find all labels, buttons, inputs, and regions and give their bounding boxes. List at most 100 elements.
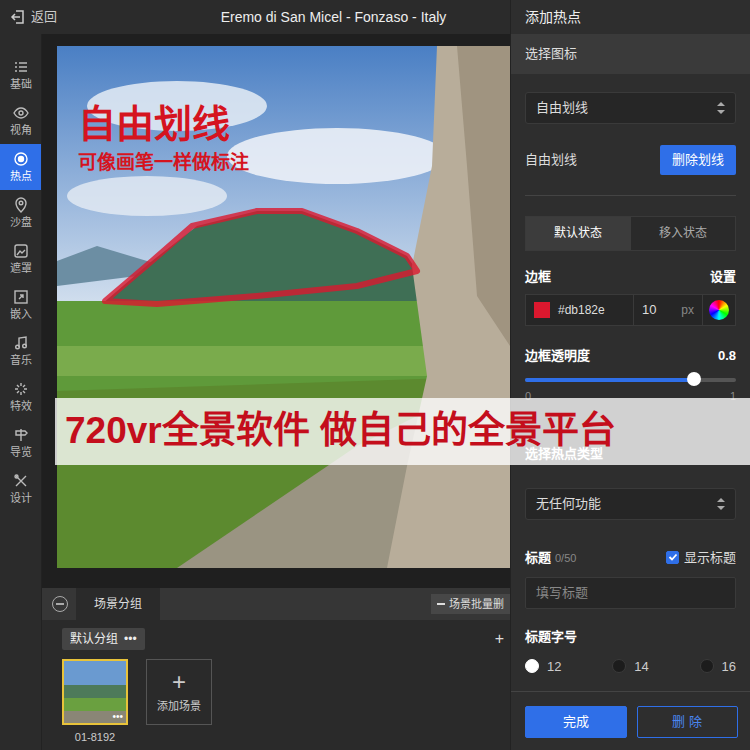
sidebar-label[interactable]: 导览	[10, 446, 32, 458]
scene-thumbnail[interactable]: •••	[62, 659, 128, 725]
color-field[interactable]: #db182e	[526, 295, 634, 325]
signpost-icon	[13, 427, 29, 443]
state-tab[interactable]: 移入状态	[631, 217, 736, 250]
minus-icon	[437, 603, 445, 605]
radio-button[interactable]	[612, 659, 626, 673]
list-icon	[13, 59, 29, 75]
group-label[interactable]: 默认分组	[70, 630, 118, 648]
sidebar-label[interactable]: 特效	[10, 400, 32, 412]
add-scene-button[interactable]: + 添加场景	[146, 659, 212, 725]
promo-text: 720vr全景软件 做自己的全景平台	[65, 411, 616, 452]
sidebar-label[interactable]: 音乐	[10, 354, 32, 366]
icon-select-value[interactable]: 自由划线	[536, 98, 588, 118]
font-size-option[interactable]: 16	[700, 657, 736, 677]
group-menu[interactable]: •••	[124, 630, 137, 648]
batch-delete-button[interactable]: 场景批量删	[431, 594, 510, 615]
sidebar-label[interactable]: 热点	[10, 170, 32, 182]
sidebar-label[interactable]: 视角	[10, 124, 32, 136]
border-color-row: #db182e 10 px	[525, 294, 736, 326]
group-button[interactable]: 默认分组 •••	[62, 628, 145, 650]
draw-label: 自由划线	[525, 150, 577, 170]
radio-button[interactable]	[700, 659, 714, 673]
add-group-button[interactable]: +	[493, 631, 506, 647]
delete-line-button[interactable]: 删除划线	[660, 145, 736, 175]
sidebar-item[interactable]: 视角	[0, 98, 41, 144]
top-bar: 返回 Eremo di San Micel - Fonzaso - Italy	[0, 0, 510, 34]
sidebar-label[interactable]: 遮罩	[10, 262, 32, 274]
width-value[interactable]: 10	[642, 300, 656, 320]
color-hex[interactable]: #db182e	[558, 301, 605, 319]
sidebar-item[interactable]: 基础	[0, 52, 41, 98]
width-field[interactable]: 10 px	[634, 295, 703, 325]
done-button[interactable]: 完成	[525, 706, 627, 738]
opacity-reading: 0.8	[718, 346, 736, 366]
slider-fill	[525, 378, 694, 382]
plus-icon: +	[172, 670, 186, 694]
radio-label[interactable]: 16	[722, 657, 736, 677]
panel-footer: 完成删 除	[511, 691, 750, 750]
sidebar-item[interactable]: 遮罩	[0, 236, 41, 282]
editor-window: 返回 Eremo di San Micel - Fonzaso - Italy …	[0, 0, 750, 750]
type-select-value[interactable]: 无任何功能	[536, 494, 601, 514]
sidebar-item[interactable]: 嵌入	[0, 282, 41, 328]
sidebar-label[interactable]: 嵌入	[10, 308, 32, 320]
back-button[interactable]: 返回	[0, 7, 57, 27]
radio-button[interactable]	[525, 659, 539, 673]
sidebar-label[interactable]: 设计	[10, 492, 32, 504]
state-tabs: 默认状态移入状态	[525, 216, 736, 251]
slider-thumb[interactable]	[687, 372, 701, 386]
pin-icon	[13, 197, 29, 213]
batch-delete-label[interactable]: 场景批量删	[449, 596, 504, 613]
panorama-view[interactable]: 自由划线 可像画笔一样做标注	[57, 46, 510, 568]
radio-label[interactable]: 14	[634, 657, 648, 677]
sidebar-item[interactable]: 沙盘	[0, 190, 41, 236]
promo-banner: 720vr全景软件 做自己的全景平台	[55, 398, 750, 465]
updown-icon	[717, 498, 725, 510]
font-size-option[interactable]: 14	[612, 657, 648, 677]
width-unit: px	[681, 301, 694, 319]
show-title-checkbox[interactable]	[666, 551, 679, 564]
image-icon	[13, 243, 29, 259]
music-icon	[13, 335, 29, 351]
sidebar-label[interactable]: 沙盘	[10, 216, 32, 228]
back-label[interactable]: 返回	[31, 7, 57, 27]
annotation-subtitle: 可像画笔一样做标注	[78, 152, 249, 175]
show-title-toggle[interactable]: 显示标题	[666, 548, 736, 568]
border-settings[interactable]: 设置	[710, 267, 736, 287]
tools-icon	[13, 473, 29, 489]
scene-group-tab[interactable]: 场景分组	[76, 588, 160, 620]
radio-label[interactable]: 12	[547, 657, 561, 677]
panel-title: 添加热点	[511, 0, 750, 34]
sidebar-item[interactable]: 热点	[0, 144, 41, 190]
icon-select[interactable]: 自由划线	[525, 92, 736, 124]
sidebar-item[interactable]: 特效	[0, 374, 41, 420]
sidebar: 基础视角热点沙盘遮罩嵌入音乐特效导览设计	[0, 34, 42, 750]
title-input[interactable]	[525, 577, 736, 609]
type-select[interactable]: 无任何功能	[525, 488, 736, 520]
scene-menu[interactable]: •••	[112, 711, 123, 723]
opacity-slider[interactable]	[525, 378, 736, 382]
font-size-option[interactable]: 12	[525, 657, 561, 677]
collapse-icon[interactable]	[52, 596, 68, 612]
font-size-options: 12 14 16	[525, 657, 736, 677]
scene-panel: 场景分组 场景批量删 默认分组 ••• +	[42, 588, 510, 750]
sidebar-item[interactable]: 设计	[0, 466, 41, 512]
color-swatch[interactable]	[534, 302, 550, 318]
state-tab[interactable]: 默认状态	[526, 217, 631, 250]
show-title-label[interactable]: 显示标题	[684, 548, 736, 568]
sidebar-item[interactable]: 导览	[0, 420, 41, 466]
sparkle-icon	[13, 381, 29, 397]
section-title: 选择图标	[511, 34, 750, 74]
opacity-label: 边框透明度	[525, 346, 590, 366]
color-wheel-icon[interactable]	[709, 300, 729, 320]
sidebar-item[interactable]: 音乐	[0, 328, 41, 374]
scene-item[interactable]: •••01-8192	[62, 659, 128, 746]
delete-button[interactable]: 删 除	[637, 706, 739, 738]
scene-title: Eremo di San Micel - Fonzaso - Italy	[57, 7, 510, 28]
font-size-label: 标题字号	[525, 627, 736, 647]
sidebar-label[interactable]: 基础	[10, 78, 32, 90]
add-scene-label[interactable]: 添加场景	[157, 698, 201, 715]
title-label: 标题	[525, 550, 551, 565]
free-draw-line[interactable]	[105, 211, 417, 304]
target-icon	[13, 151, 29, 167]
